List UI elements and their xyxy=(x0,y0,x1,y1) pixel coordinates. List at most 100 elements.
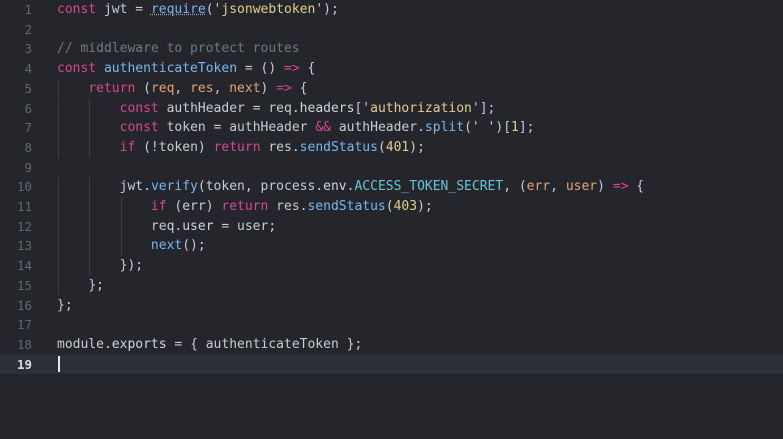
code-token: env xyxy=(323,179,347,195)
line-number: 14 xyxy=(16,258,32,274)
line-number: 16 xyxy=(16,297,32,313)
code-token: 1 xyxy=(511,120,519,136)
code-token: res xyxy=(268,139,292,155)
code-line[interactable]: 15 }; xyxy=(0,275,783,296)
code-token: '); xyxy=(315,2,339,17)
code-text: req.user = user; xyxy=(57,217,276,237)
code-token: req xyxy=(268,100,292,116)
code-token: next xyxy=(229,80,261,96)
code-token: . xyxy=(291,139,300,155)
code-token: => xyxy=(612,179,629,195)
code-token: (! xyxy=(135,139,159,155)
code-line[interactable]: 19 xyxy=(0,354,783,375)
code-line[interactable]: 2 xyxy=(0,20,783,40)
code-token: require xyxy=(150,2,206,17)
code-line[interactable]: 3 // middleware to protect routes xyxy=(0,39,783,59)
code-editor[interactable]: 1 const jwt = require('jsonwebtoken'); 2 3 /… xyxy=(0,0,783,439)
code-token: ( xyxy=(377,139,386,155)
code-token: return xyxy=(213,139,261,155)
code-token: module xyxy=(57,336,104,352)
code-text: const jwt = require('jsonwebtoken'); xyxy=(57,0,339,20)
code-token: = { xyxy=(166,336,206,352)
code-line[interactable]: 9 xyxy=(0,158,783,178)
code-token: jsonwebtoken xyxy=(221,2,316,17)
code-token: err xyxy=(526,179,551,195)
code-line[interactable]: 12 req.user = user; xyxy=(0,216,783,237)
code-token: ( xyxy=(135,80,151,96)
code-token: next xyxy=(150,238,183,254)
code-token: headers xyxy=(299,100,355,116)
code-token: ) xyxy=(260,80,277,96)
code-token: , ( xyxy=(503,179,527,195)
code-line[interactable]: 5 return (req, res, next) => { xyxy=(0,78,783,99)
code-token: authHeader xyxy=(229,120,308,136)
line-number: 19 xyxy=(16,356,32,372)
code-line[interactable]: 16}; xyxy=(0,296,783,316)
code-token: req xyxy=(150,80,175,96)
code-token: { xyxy=(291,80,308,96)
code-line[interactable]: 14 }); xyxy=(0,256,783,276)
code-token: { xyxy=(628,179,645,195)
line-number: 18 xyxy=(16,336,32,352)
code-token: (' ')[ xyxy=(464,120,512,136)
code-token: sendStatus xyxy=(299,139,378,155)
code-token: (' xyxy=(205,2,222,17)
code-token: const xyxy=(119,100,159,116)
code-token: err xyxy=(182,199,206,214)
line-number: 10 xyxy=(16,179,32,195)
code-token: jwt xyxy=(103,2,128,17)
code-line[interactable]: 17 xyxy=(0,315,783,335)
code-line[interactable]: 18 module.exports = { authenticateToken }… xyxy=(0,335,783,355)
line-number: 5 xyxy=(24,80,32,96)
code-token: process xyxy=(260,179,316,195)
code-token: ) xyxy=(597,179,613,195)
code-token: ( xyxy=(166,199,183,214)
line-number: 1 xyxy=(24,2,32,17)
code-line[interactable]: 11 if (err) return res.sendStatus(403); xyxy=(0,197,783,217)
code-line[interactable]: 4 const authenticateToken = () => { xyxy=(0,59,783,79)
code-token: (); xyxy=(182,238,206,254)
code-line[interactable]: 13 next(); xyxy=(0,236,783,257)
code-token: authenticateToken xyxy=(103,61,238,77)
code-token: authenticateToken xyxy=(205,336,339,352)
code-token: , xyxy=(244,179,261,195)
code-line[interactable]: 1 const jwt = require('jsonwebtoken'); xyxy=(0,0,783,20)
code-token: split xyxy=(424,120,465,136)
code-text: const token = authHeader && authHeader.s… xyxy=(57,118,535,138)
line-number: 7 xyxy=(24,120,32,136)
text-cursor xyxy=(58,356,60,373)
code-token: . xyxy=(291,100,300,116)
code-token: = xyxy=(205,120,230,136)
code-token: req xyxy=(150,218,175,234)
code-line[interactable]: 8 if (!token) return res.sendStatus(401)… xyxy=(0,137,783,158)
code-token: => xyxy=(284,61,300,77)
code-token: const xyxy=(57,2,97,17)
code-line[interactable]: 7 const token = authHeader && authHeader… xyxy=(0,118,783,138)
code-token: 403 xyxy=(393,199,418,214)
code-token: authHeader xyxy=(166,100,245,116)
code-token: token xyxy=(158,139,198,155)
code-token: 401 xyxy=(385,139,410,155)
code-text: }); xyxy=(57,256,143,276)
code-text: if (err) return res.sendStatus(403); xyxy=(57,197,433,217)
code-token: ]; xyxy=(518,120,535,136)
code-text: jwt.verify(token, process.env.ACCESS_TOK… xyxy=(57,177,644,197)
code-token: user xyxy=(565,179,598,195)
code-token: jwt xyxy=(119,179,144,195)
code-token: . xyxy=(103,336,112,352)
code-token: return xyxy=(221,199,269,214)
line-number: 13 xyxy=(16,238,32,254)
code-text xyxy=(57,355,60,375)
code-line[interactable]: 6 const authHeader = req.headers['author… xyxy=(0,98,783,119)
code-token: . xyxy=(315,179,324,195)
line-number: 9 xyxy=(24,159,32,175)
code-text: return (req, res, next) => { xyxy=(57,79,308,99)
code-line[interactable]: 10 jwt.verify(token, process.env.ACCESS_… xyxy=(0,177,783,197)
